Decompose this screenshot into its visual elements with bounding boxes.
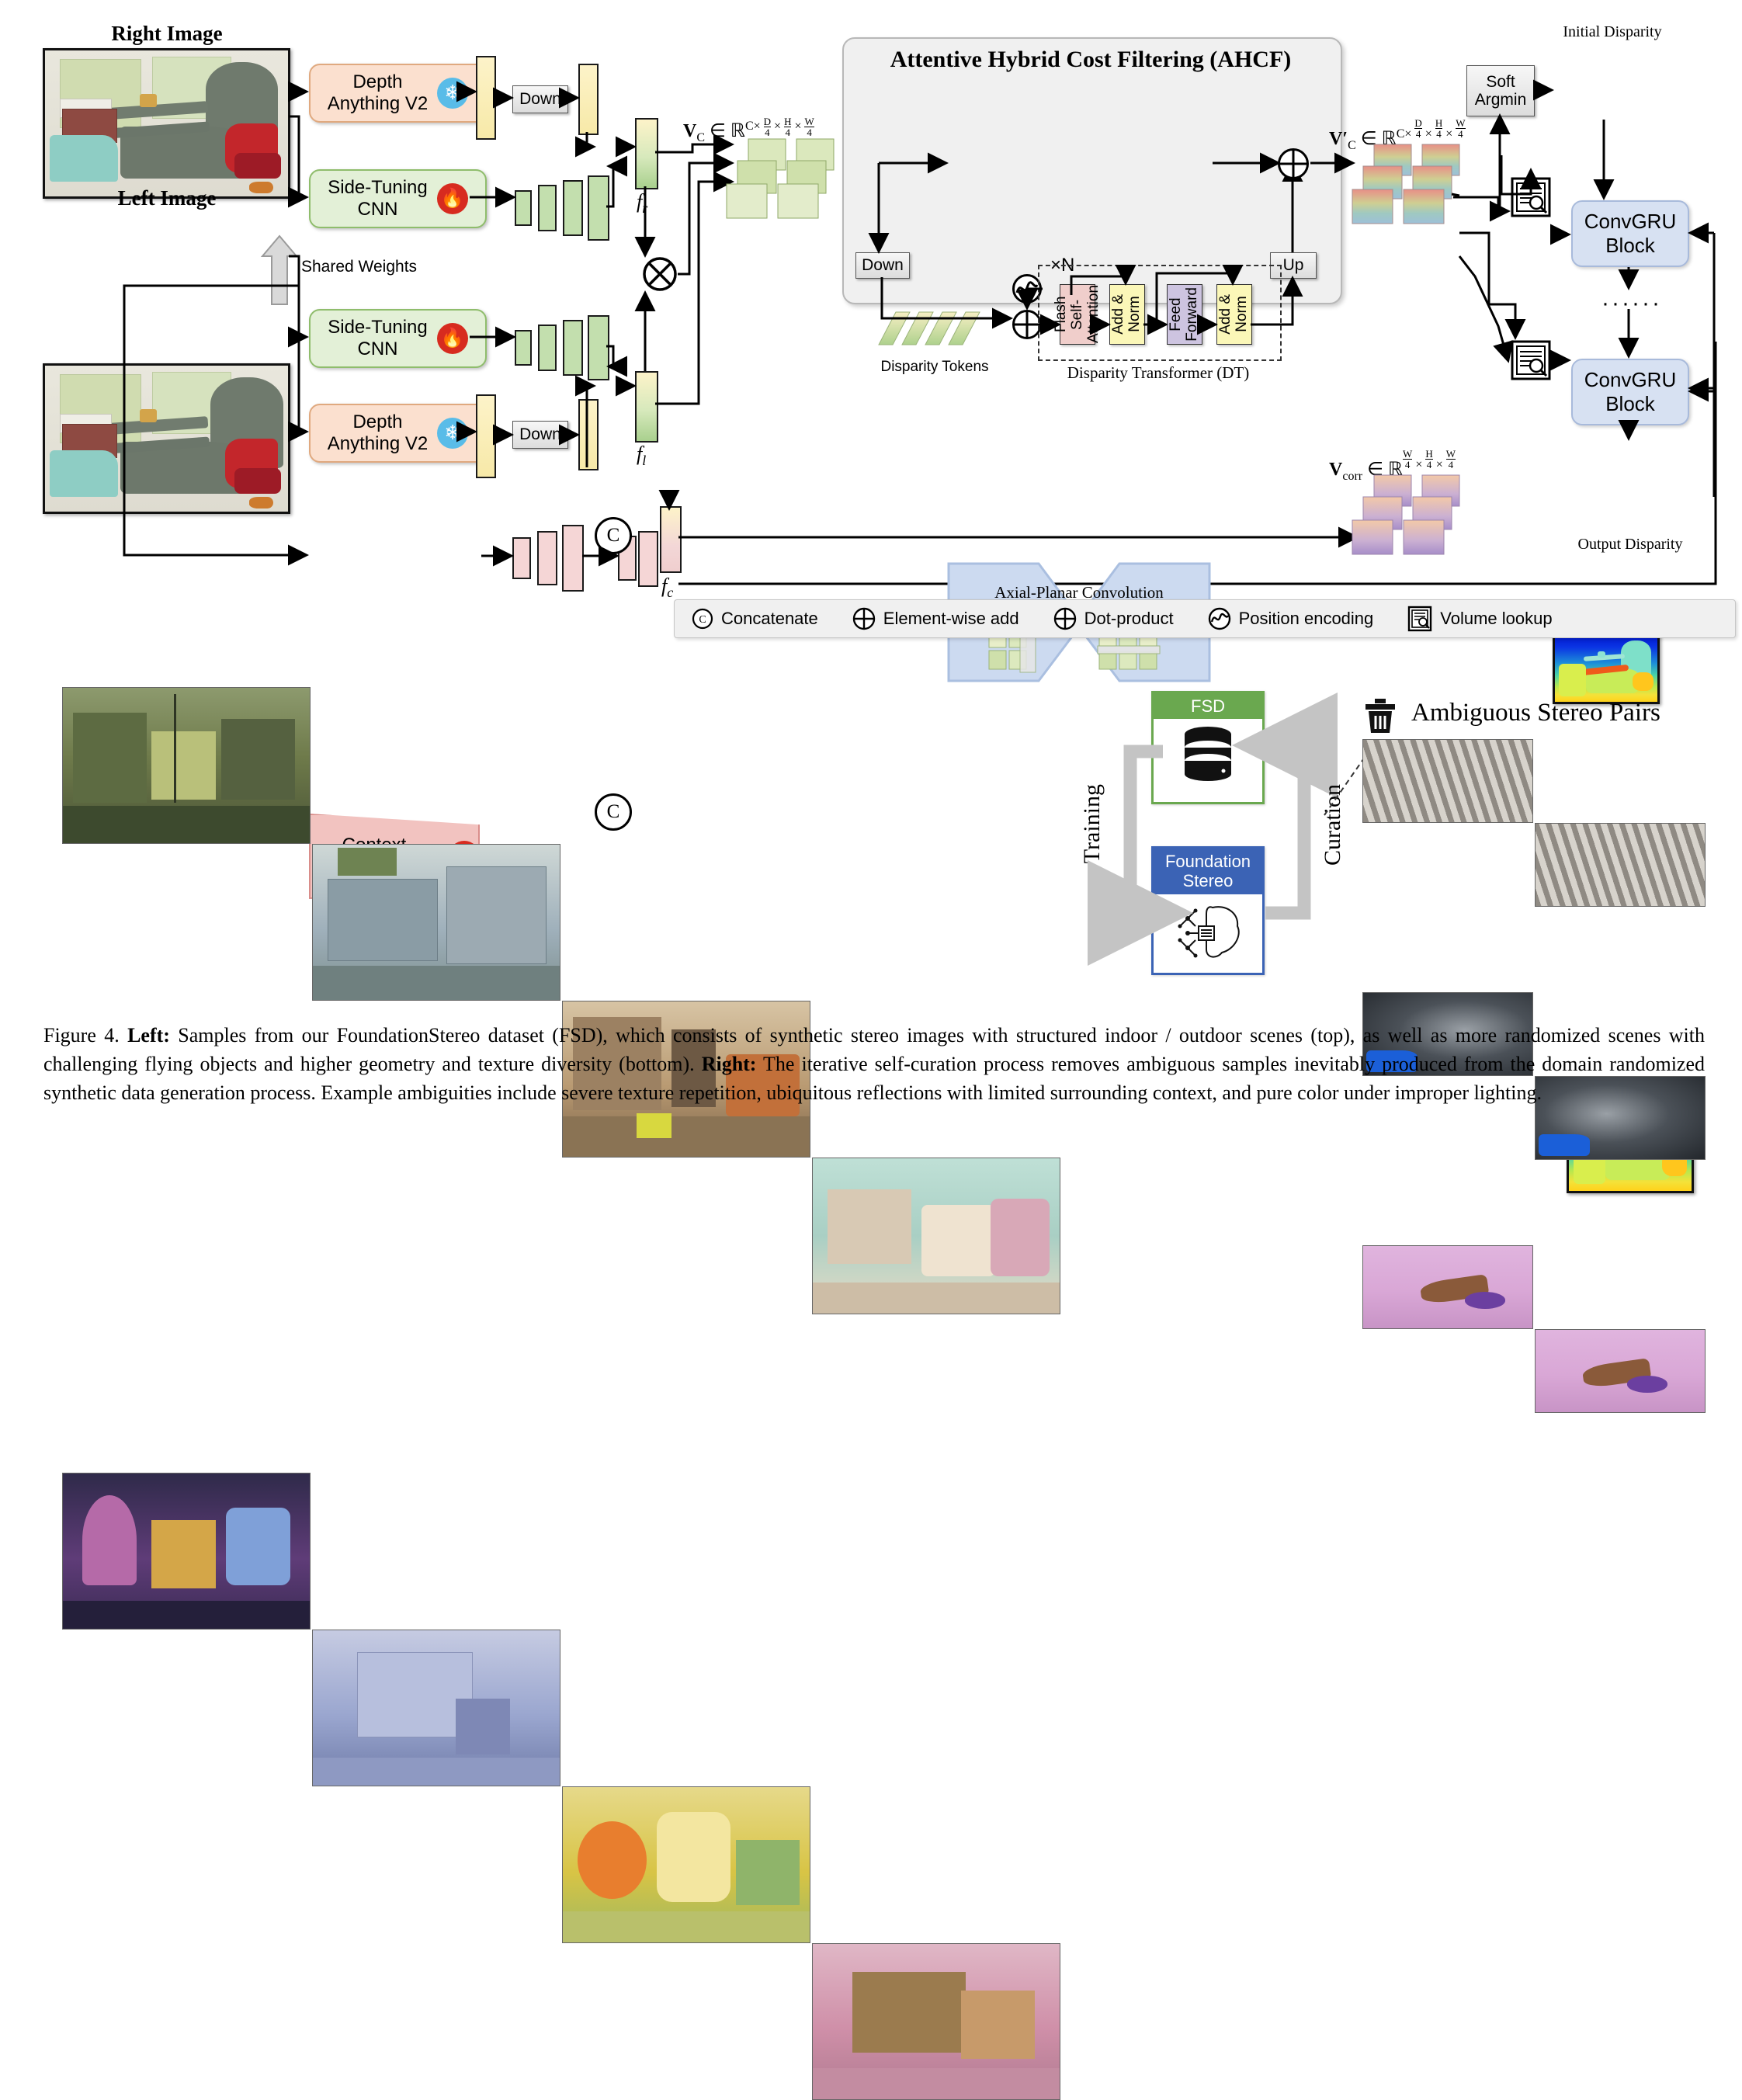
legend-item-element-wise-add: Element-wise add <box>835 607 1036 630</box>
position-encoding-icon <box>1208 607 1231 630</box>
figure-number: Figure 4. <box>43 1024 120 1047</box>
legend-item-dot-product: Dot-product <box>1036 607 1191 630</box>
ambiguous-texture-repetition-right <box>1535 823 1706 907</box>
right-connectors <box>1451 79 1717 497</box>
caption-left-bold: Left: <box>127 1024 170 1047</box>
ambiguous-pure-color-right <box>1535 1329 1706 1413</box>
legend-item-volume-lookup: Volume lookup <box>1390 606 1569 632</box>
sample-building-scene <box>312 844 560 1001</box>
sample-random-yellow <box>562 1786 810 1943</box>
training-label: Training <box>1079 784 1105 864</box>
sample-random-lavender <box>312 1630 560 1786</box>
ambiguous-pairs-grid <box>1362 739 1706 1413</box>
legend-bar: C Concatenate Element-wise add Dot-produ… <box>674 599 1736 638</box>
legend-label-element-wise-add: Element-wise add <box>883 609 1019 628</box>
legend-label-concatenate: Concatenate <box>721 609 818 628</box>
element-wise-add-icon <box>852 607 876 630</box>
legend-item-position-encoding: Position encoding <box>1191 607 1391 630</box>
trash-icon <box>1362 697 1403 733</box>
legend-label-position-encoding: Position encoding <box>1238 609 1374 628</box>
caption-right-bold: Right: <box>701 1052 757 1075</box>
figure-caption: Figure 4. Left: Samples from our Foundat… <box>43 1022 1705 1108</box>
ambiguous-pure-color-left <box>1362 1245 1533 1329</box>
initial-disparity-map <box>1553 630 1660 704</box>
svg-text:C: C <box>699 614 706 626</box>
sample-random-purple <box>62 1473 311 1630</box>
ambiguous-texture-repetition-left <box>1362 739 1533 823</box>
sample-street-scene <box>62 687 311 844</box>
volume-lookup-icon <box>1407 606 1432 632</box>
ambiguous-pairs-title: Ambiguous Stereo Pairs <box>1411 699 1660 727</box>
sample-indoor-clutter <box>812 1158 1060 1314</box>
legend-label-volume-lookup: Volume lookup <box>1440 609 1553 628</box>
concatenate-icon: C <box>692 608 713 630</box>
legend-label-dot-product: Dot-product <box>1084 609 1174 628</box>
fsd-sample-grid <box>62 687 1060 2100</box>
sample-random-pink <box>812 1943 1060 2100</box>
legend-item-concatenate: C Concatenate <box>675 608 835 630</box>
dot-product-icon <box>1053 607 1077 630</box>
